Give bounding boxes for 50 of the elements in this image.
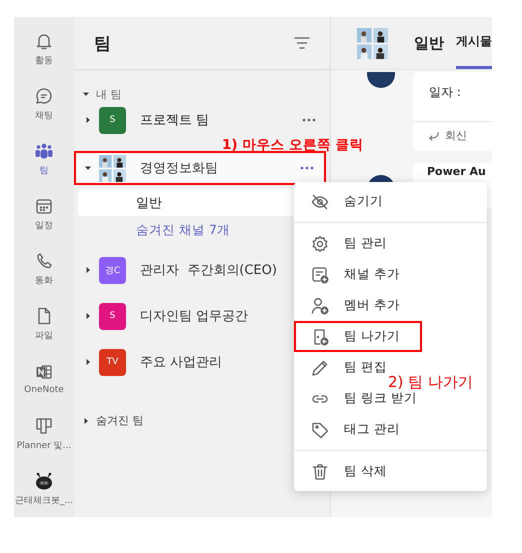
- caret-icon[interactable]: [84, 116, 92, 124]
- caret-icon[interactable]: [84, 312, 92, 320]
- rail-item[interactable]: OneNote: [14, 351, 74, 406]
- menu-item[interactable]: 팀 나가기: [294, 321, 422, 352]
- panel-title: 팀: [94, 32, 111, 54]
- reply-button[interactable]: 회신: [413, 122, 467, 151]
- rail-item[interactable]: 근태체크봇_...: [14, 461, 74, 516]
- trash-icon: [310, 462, 330, 482]
- user-avatar: [367, 72, 395, 88]
- more-icon[interactable]: [300, 166, 314, 170]
- people-icon: [34, 140, 54, 160]
- menu-item[interactable]: 팀 관리: [294, 228, 397, 259]
- annotation-text: 2) 팀 나가기: [388, 373, 473, 392]
- section-label: 내 팀: [96, 86, 122, 102]
- team-item[interactable]: S 프로젝트 팀: [84, 106, 326, 134]
- rail-item[interactable]: 채팅: [14, 76, 74, 131]
- caret-icon[interactable]: [82, 416, 90, 424]
- team-avatar: S: [99, 302, 126, 330]
- caret-icon[interactable]: [84, 266, 92, 274]
- hidden-teams-label[interactable]: 숨겨진 팀: [96, 413, 144, 428]
- board-icon: [34, 416, 54, 436]
- menu-item[interactable]: 태그 관리: [294, 414, 410, 445]
- team-item[interactable]: S 디자인팀 업무공간: [84, 302, 326, 330]
- rail-item[interactable]: Planner 및...: [14, 406, 74, 461]
- caret-icon[interactable]: [84, 358, 92, 366]
- rail-item[interactable]: 팀: [14, 131, 74, 186]
- team-avatar: S: [99, 106, 126, 134]
- chat-icon: [34, 86, 54, 106]
- post-text: 일자 :: [413, 72, 492, 122]
- more-icon[interactable]: [302, 118, 316, 122]
- team-item[interactable]: TV 주요 사업관리: [84, 348, 326, 376]
- rail-item[interactable]: 일정: [14, 186, 74, 241]
- channel-title: 일반: [414, 34, 444, 52]
- team-item[interactable]: 경C 관리자 주간회의(CEO): [84, 256, 326, 284]
- person-add-icon: [310, 296, 330, 316]
- rail-item[interactable]: 통화: [14, 241, 74, 296]
- post-title: Power Au: [426, 164, 487, 180]
- team-item[interactable]: 경영정보화팀: [74, 151, 326, 185]
- rail-item[interactable]: 활동: [14, 21, 74, 76]
- annotation-text: 1) 마우스 오른쪽 클릭: [222, 136, 364, 154]
- caret-icon[interactable]: [84, 164, 92, 172]
- channel-add-icon: [310, 264, 330, 284]
- team-avatar: TV: [99, 348, 126, 376]
- caret-icon[interactable]: [82, 90, 90, 98]
- gear-icon: [310, 234, 330, 254]
- robot-icon: [33, 470, 55, 490]
- team-avatar: 경C: [99, 256, 126, 284]
- rail-item[interactable]: 파일: [14, 296, 74, 351]
- menu-item[interactable]: 팀 삭제: [294, 456, 397, 487]
- posts-tab[interactable]: 게시물: [456, 17, 492, 69]
